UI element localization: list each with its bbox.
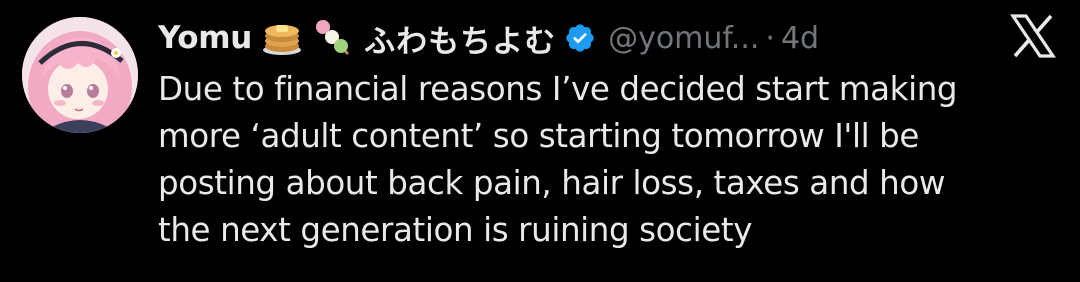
timestamp[interactable]: 4d xyxy=(781,21,819,56)
dango-emoji xyxy=(312,18,352,58)
verified-badge-icon xyxy=(564,22,596,54)
tweet-header: Yomu ふわもちよむ @yomuf... · 4d xyxy=(158,12,998,64)
tweet-text-line: Due to financial reasons I’ve decided st… xyxy=(158,70,958,108)
tweet-text: Due to financial reasons I’ve decided st… xyxy=(158,66,1058,254)
tweet-text-line: the next generation is ruining society xyxy=(158,211,753,249)
separator-dot: · xyxy=(765,20,775,56)
display-name-japanese[interactable]: ふわもちよむ xyxy=(364,16,556,61)
display-name[interactable]: Yomu xyxy=(158,20,252,56)
tweet-text-line: posting about back pain, hair loss, taxe… xyxy=(158,164,946,202)
user-handle[interactable]: @yomuf... xyxy=(608,21,759,56)
pancakes-emoji xyxy=(262,19,302,57)
x-logo-icon xyxy=(1010,14,1056,58)
avatar[interactable] xyxy=(22,17,138,133)
tweet-text-line: more ‘adult content’ so starting tomorro… xyxy=(158,117,919,155)
tweet-card[interactable]: Yomu ふわもちよむ @yomuf... · 4d Due to financ… xyxy=(0,0,1080,282)
